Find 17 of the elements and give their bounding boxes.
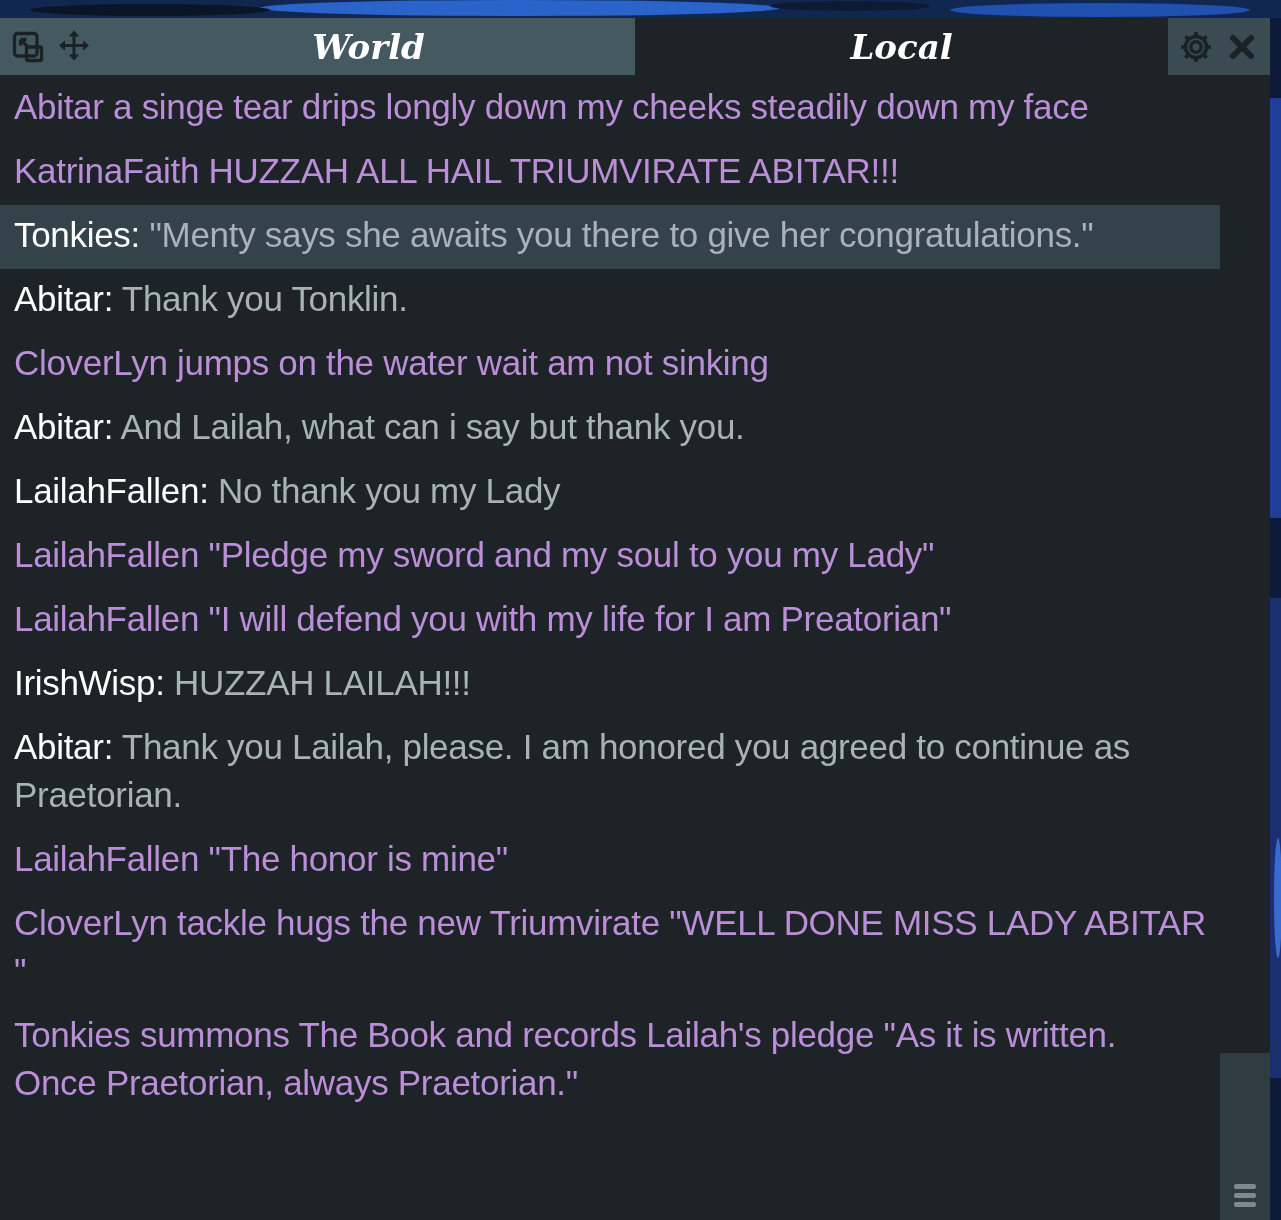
scrollbar-thumb[interactable] [1220, 1053, 1270, 1220]
chat-message: Tonkies: "Menty says she awaits you there to give her congratulations." [0, 205, 1220, 269]
chat-message: LailahFallen "The honor is mine" [13, 838, 509, 880]
chat-message: CloverLyn jumps on the water wait am not sinking [13, 342, 770, 384]
chat-message: IrishWisp: HUZZAH LAILAH!!! [13, 662, 472, 704]
chat-message: LailahFallen "I will defend you with my life for I am Preatorian" [13, 598, 953, 640]
chat-message: Tonkies summons The Book and records Lailah's pledge "As it is written. Once Praetorian, always Praetorian." [13, 1014, 1118, 1104]
chat-message: Abitar: Thank you Lailah, please. I am honored you agreed to continue as Praetorian. [13, 726, 1132, 816]
chat-message: Abitar: And Lailah, what can i say but thank you. [13, 406, 746, 448]
chat-message: Abitar: Thank you Tonklin. [13, 278, 409, 320]
chat-message: KatrinaFaith HUZZAH ALL HAIL TRIUMVIRATE ABITAR!!! [13, 150, 900, 192]
chat-message: LailahFallen: No thank you my Lady [13, 470, 562, 512]
grip-icon [1234, 1182, 1256, 1210]
chat-message: CloverLyn tackle hugs the new Triumvirate "WELL DONE MISS LADY ABITAR " [13, 902, 1207, 992]
chat-tab[interactable]: World [102, 18, 635, 75]
chat-message: LailahFallen "Pledge my sword and my soul to you my Lady" [13, 534, 936, 576]
chat-message: Abitar a singe tear drips longly down my cheeks steadily down my face [13, 86, 1090, 128]
